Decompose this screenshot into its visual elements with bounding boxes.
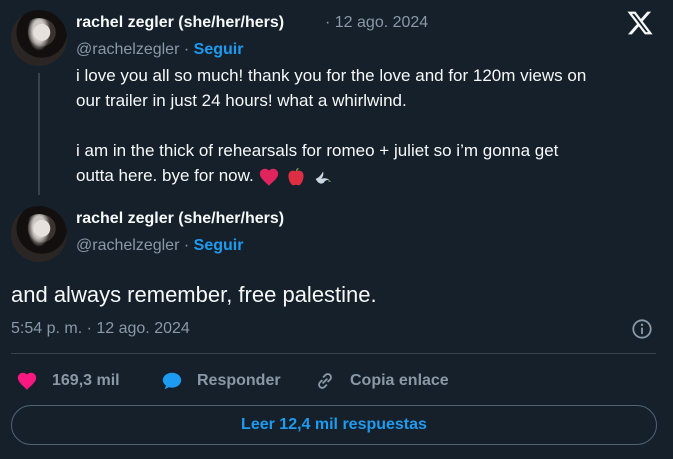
- author-handle-row: @rachelzegler · Seguir: [76, 41, 243, 59]
- tweet-text-line: i am in the thick of rehearsals for rome…: [76, 141, 559, 160]
- read-replies-button[interactable]: Leer 12,4 mil respuestas: [11, 405, 657, 445]
- info-icon[interactable]: [631, 318, 653, 340]
- reply-bubble-icon: [162, 372, 182, 390]
- heart-emoji: [260, 168, 279, 186]
- tweet-date[interactable]: · 12 ago. 2024: [325, 14, 428, 32]
- tweet-timestamp[interactable]: 5:54 p. m. · 12 ago. 2024: [11, 320, 190, 338]
- copy-link-button[interactable]: Copia enlace: [314, 369, 449, 393]
- x-logo-icon[interactable]: [626, 9, 654, 37]
- separator: ·: [183, 237, 190, 254]
- tweet-text-line: our trailer in just 24 hours! what a whi…: [76, 91, 407, 110]
- avatar[interactable]: [11, 10, 67, 66]
- separator: ·: [183, 41, 190, 58]
- read-replies-label: Leer 12,4 mil respuestas: [241, 416, 427, 433]
- author-handle-row: @rachelzegler · Seguir: [76, 237, 243, 255]
- dove-emoji: [315, 171, 332, 184]
- like-button[interactable]: 169,3 mil: [16, 369, 120, 393]
- thread-line: [38, 73, 40, 195]
- author-name[interactable]: rachel zegler (she/her/hers): [76, 14, 284, 32]
- separator: ·: [325, 14, 331, 31]
- tweet-text: and always remember, free palestine.: [11, 282, 377, 307]
- author-name[interactable]: rachel zegler (she/her/hers): [76, 210, 284, 228]
- tweet-text-line: i love you all so much! thank you for th…: [76, 66, 587, 85]
- tweet-text: i love you all so much! thank you for th…: [76, 63, 656, 188]
- reply-label: Responder: [197, 372, 281, 389]
- apple-emoji: [288, 167, 304, 185]
- divider: [11, 353, 656, 354]
- avatar[interactable]: [11, 206, 67, 262]
- heart-icon: [17, 372, 37, 390]
- like-count: 169,3 mil: [52, 372, 120, 389]
- link-icon: [318, 373, 332, 389]
- date-text[interactable]: 12 ago. 2024: [335, 14, 428, 31]
- author-handle[interactable]: @rachelzegler: [76, 41, 179, 58]
- follow-button[interactable]: Seguir: [194, 237, 244, 254]
- follow-button[interactable]: Seguir: [194, 41, 244, 58]
- author-handle[interactable]: @rachelzegler: [76, 237, 179, 254]
- tweet-text-line: outta here. bye for now.: [76, 166, 254, 185]
- reply-button[interactable]: Responder: [161, 369, 281, 393]
- copy-link-label: Copia enlace: [350, 372, 449, 389]
